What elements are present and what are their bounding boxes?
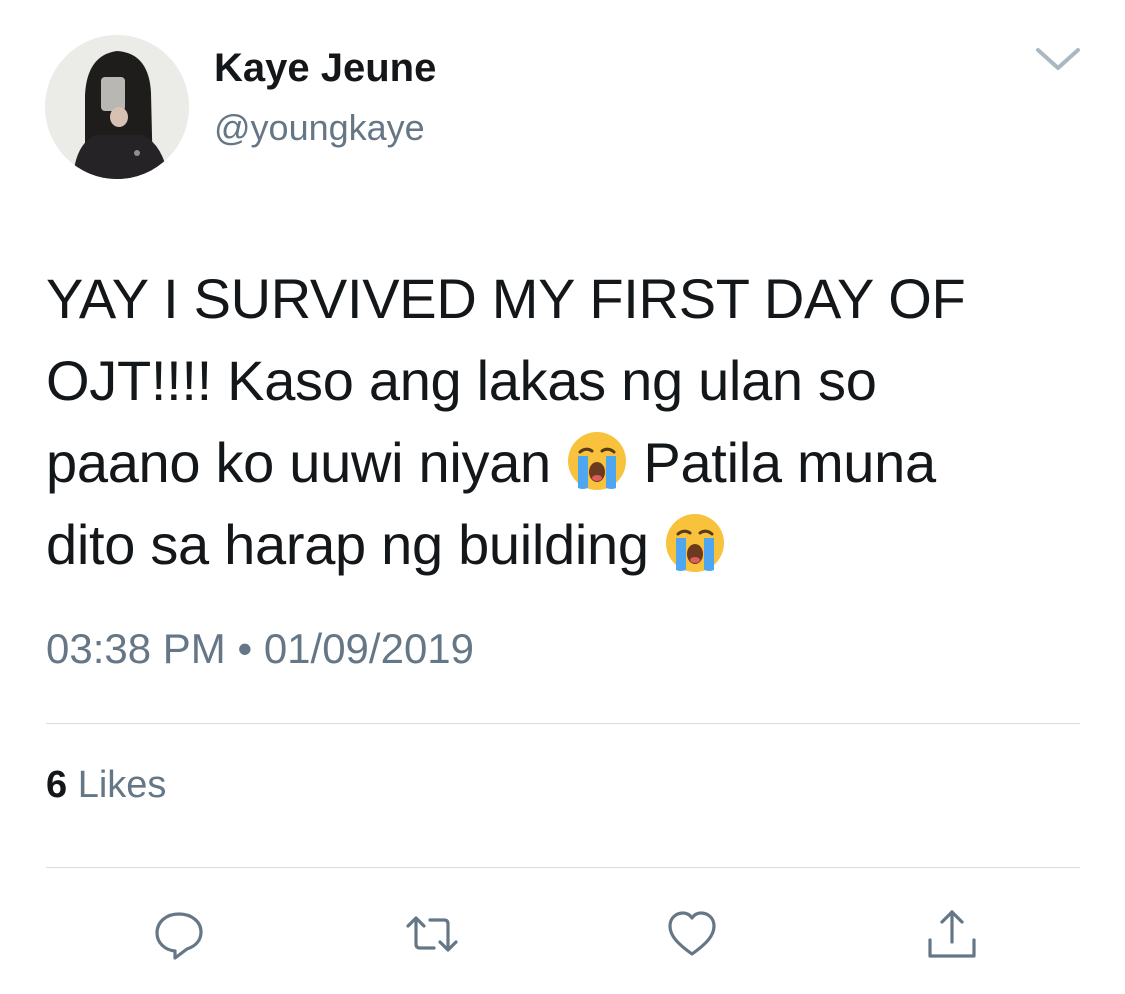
share-icon — [928, 910, 976, 958]
tweet-line: YAY I SURVIVED MY FIRST DAY OF — [46, 258, 1086, 340]
likes-count: 6 — [46, 764, 68, 806]
divider — [46, 723, 1080, 724]
tweet-line: dito sa harap ng building — [46, 504, 1086, 586]
tweet-line: paano ko uuwi niyan Patila muna — [46, 422, 1086, 504]
avatar-photo — [45, 35, 189, 179]
loudly-crying-face-emoji-icon — [566, 430, 628, 492]
tweet-text: YAY I SURVIVED MY FIRST DAY OF OJT!!!! K… — [46, 258, 1086, 586]
avatar[interactable] — [45, 35, 189, 179]
retweet-icon — [406, 916, 458, 952]
reply-button[interactable] — [151, 906, 207, 962]
more-options-chevron-down-icon[interactable] — [1030, 40, 1086, 80]
reply-icon — [155, 912, 203, 960]
loudly-crying-face-emoji-icon — [664, 512, 726, 574]
like-button[interactable] — [664, 906, 720, 962]
likes-stat[interactable]: 6 Likes — [46, 762, 166, 808]
share-button[interactable] — [924, 906, 980, 962]
retweet-button[interactable] — [404, 906, 460, 962]
tweet-text-segment: YAY I SURVIVED MY FIRST DAY OF — [46, 267, 966, 330]
tweet-text-segment: Patila muna — [628, 431, 936, 494]
divider — [46, 867, 1080, 868]
tweet-text-segment: paano ko uuwi niyan — [46, 431, 567, 494]
author-handle[interactable]: @youngkaye — [214, 106, 425, 150]
author-display-name[interactable]: Kaye Jeune — [214, 44, 436, 92]
tweet-text-segment: dito sa harap ng building — [46, 513, 664, 576]
tweet-text-segment: OJT!!!! Kaso ang lakas ng ulan so — [46, 349, 877, 412]
tweet-timestamp[interactable]: 03:38 PM • 01/09/2019 — [46, 624, 474, 674]
heart-icon — [668, 911, 716, 956]
likes-label: Likes — [77, 764, 167, 806]
tweet-line: OJT!!!! Kaso ang lakas ng ulan so — [46, 340, 1086, 422]
